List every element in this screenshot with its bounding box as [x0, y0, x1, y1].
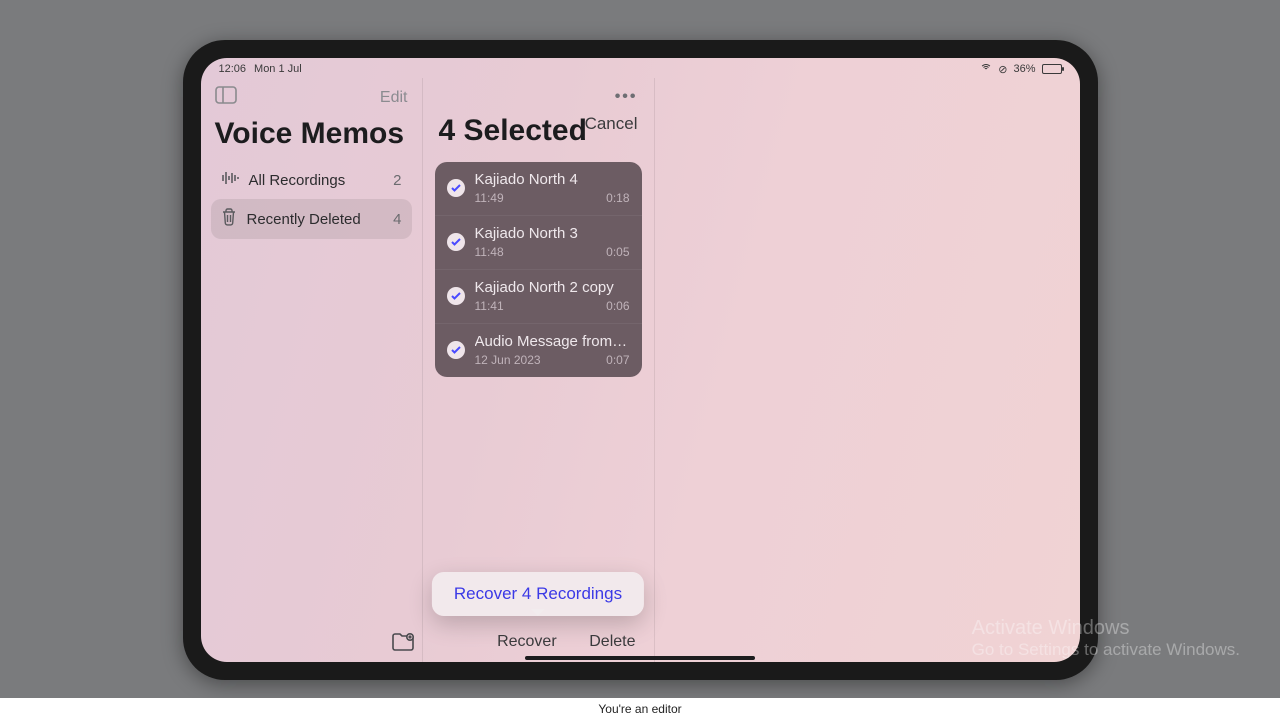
recording-title: Kajiado North 2 copy — [475, 279, 630, 296]
footer-text: You're an editor — [598, 702, 681, 716]
battery-percent: 36% — [1013, 63, 1035, 75]
list-item[interactable]: Kajiado North 3 11:48 0:05 — [435, 215, 642, 269]
edit-button[interactable]: Edit — [380, 89, 408, 107]
recover-popup[interactable]: Recover 4 Recordings — [432, 572, 644, 616]
battery-icon — [1042, 64, 1062, 74]
wifi-icon — [980, 64, 992, 74]
list-item[interactable]: Audio Message from Boss 12 Jun 2023 0:07 — [435, 323, 642, 377]
home-indicator[interactable] — [525, 656, 755, 660]
recording-list: Kajiado North 4 11:49 0:18 Kajiado — [435, 162, 642, 377]
trash-icon — [221, 208, 237, 230]
recordings-pane: ••• Cancel 4 Selected Kajiado North 4 11… — [423, 78, 655, 662]
waveform-icon — [221, 170, 239, 190]
checkmark-icon[interactable] — [447, 233, 465, 251]
screen: 12:06 Mon 1 Jul ⊘ 36% — [201, 58, 1080, 662]
sidebar-item-count: 4 — [393, 211, 401, 228]
status-bar: 12:06 Mon 1 Jul ⊘ 36% — [201, 58, 1080, 78]
delete-button[interactable]: Delete — [589, 633, 635, 651]
recording-time: 11:48 — [475, 245, 504, 259]
recording-time: 11:41 — [475, 299, 504, 313]
list-item[interactable]: Kajiado North 4 11:49 0:18 — [435, 162, 642, 215]
recording-duration: 0:18 — [606, 191, 629, 205]
recording-duration: 0:07 — [606, 353, 629, 367]
recording-time: 11:49 — [475, 191, 504, 205]
sidebar-item-label: Recently Deleted — [247, 211, 361, 228]
move-to-folder-icon[interactable] — [391, 632, 415, 652]
sidebar-title: Voice Memos — [211, 117, 412, 161]
cancel-button[interactable]: Cancel — [585, 114, 638, 134]
status-date: Mon 1 Jul — [254, 63, 302, 75]
recording-duration: 0:05 — [606, 245, 629, 259]
recording-title: Kajiado North 3 — [475, 225, 630, 242]
tablet-frame: 12:06 Mon 1 Jul ⊘ 36% — [183, 40, 1098, 680]
sidebar-item-recently-deleted[interactable]: Recently Deleted 4 — [211, 199, 412, 239]
page-footer: You're an editor — [0, 698, 1280, 720]
sidebar-item-count: 2 — [393, 172, 401, 189]
status-time: 12:06 — [219, 63, 247, 75]
recover-popup-label: Recover 4 Recordings — [454, 584, 622, 603]
checkmark-icon[interactable] — [447, 341, 465, 359]
recording-time: 12 Jun 2023 — [475, 353, 541, 367]
more-icon[interactable]: ••• — [615, 88, 638, 106]
recover-button[interactable]: Recover — [497, 633, 557, 651]
checkmark-icon[interactable] — [447, 179, 465, 197]
sidebar: Edit Voice Memos All Recordings — [201, 78, 423, 662]
sidebar-item-all-recordings[interactable]: All Recordings 2 — [211, 161, 412, 199]
list-item[interactable]: Kajiado North 2 copy 11:41 0:06 — [435, 269, 642, 323]
recording-duration: 0:06 — [606, 299, 629, 313]
orientation-lock-icon: ⊘ — [998, 63, 1007, 76]
recording-title: Audio Message from Boss — [475, 333, 630, 350]
checkmark-icon[interactable] — [447, 287, 465, 305]
sidebar-item-label: All Recordings — [249, 172, 346, 189]
recording-title: Kajiado North 4 — [475, 171, 630, 188]
sidebar-toggle-icon[interactable] — [215, 86, 237, 109]
detail-pane — [655, 78, 1080, 662]
